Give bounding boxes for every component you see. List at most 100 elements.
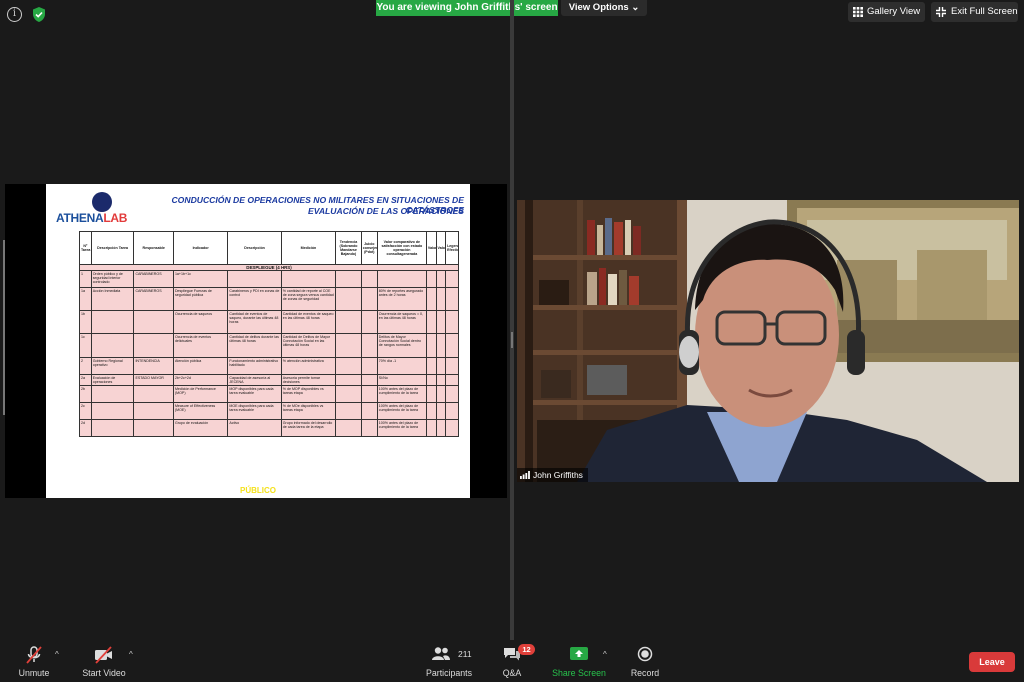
shield-check-icon[interactable] [31,6,47,23]
table-cell: Activo [227,418,282,437]
qa-label: Q&A [502,668,522,678]
table-cell [133,384,174,403]
table-cell: ESTADO MAYOR [133,374,174,386]
table-cell: 2d [79,418,92,437]
table-row: 2d Grupo de evaluación Activo Grupo informa… [79,418,459,437]
audio-options-caret-icon[interactable]: ^ [55,650,59,659]
table-row: 2b Medición de Performance (MOP) MOP dispo… [79,384,459,403]
table-cell [90,384,135,403]
table-cell: Gobierno Regional operativo [90,357,135,376]
table-cell [335,333,362,359]
table-header-cell: Valor(1..5) [425,231,437,265]
table-cell: Ocurrencia de saqueos = 0, en las última… [376,310,427,335]
table-cell: 80% de reportes asegurado antes de 2 hor… [376,287,427,312]
table-cell [425,270,437,289]
table-cell: 1c [79,333,92,359]
table-cell [425,333,437,359]
table-cell [425,384,437,403]
table-row: 2a Evaluación de operaciones ESTADO MAYOR 2… [79,374,459,386]
table-cell [133,310,174,335]
leave-meeting-button[interactable]: Leave [969,652,1015,672]
table-cell [445,401,459,420]
table-cell [425,401,437,420]
table-cell [435,418,447,437]
table-cell: Orden público y de seguridad interior co… [90,270,135,289]
participant-video [517,200,1019,482]
table-cell [360,357,378,376]
table-cell: Cantidad de eventos de saqueo, durante l… [227,310,282,335]
qa-unread-badge: 12 [518,644,535,655]
info-icon[interactable]: i [7,7,22,22]
table-cell [133,401,174,420]
table-cell: Funcionamiento administrativo habilitado [227,357,282,376]
table-cell: 70% día -1 [376,357,427,376]
zoom-meeting-window: i You are viewing John Griffiths' screen… [0,0,1024,682]
table-cell [90,310,135,335]
table-cell: Carabineros y PDI en zonas de control [227,287,282,312]
table-cell [360,287,378,312]
table-cell [335,287,362,312]
table-cell [360,310,378,335]
split-divider[interactable] [510,0,514,640]
table-cell [335,401,362,420]
table-cell [435,333,447,359]
table-header-cell: Indicador [172,231,229,265]
table-cell [435,401,447,420]
table-cell: Asesoría permite tomar decisiones [280,374,337,386]
athenalab-logo-icon [92,192,112,212]
chevron-down-icon: ⌄ [631,2,640,13]
table-cell: % de MOe disponibles vs tareas etapa [280,401,337,420]
grid-icon [853,7,863,17]
table-cell: % atención administrativa [280,357,337,376]
table-cell: INTENDENCIA [133,357,174,376]
record-icon [637,646,653,662]
exit-fullscreen-icon [936,7,946,17]
view-options-button[interactable]: View Options ⌄ [561,0,647,16]
gallery-view-button[interactable]: Gallery View [848,2,925,22]
participants-count: 211 [458,649,472,659]
exit-full-screen-label: Exit Full Screen [951,6,1018,17]
table-header-cell: Legenda Efectivo [445,231,459,265]
table-cell: 1a [79,287,92,312]
table-cell: 2b [79,384,92,403]
share-options-caret-icon[interactable]: ^ [603,650,607,659]
table-cell: Evaluación de operaciones [90,374,135,386]
table-cell [435,270,447,289]
table-cell [425,418,437,437]
divider-handle[interactable] [511,332,513,348]
table-cell [425,287,437,312]
exit-full-screen-button[interactable]: Exit Full Screen [931,2,1018,22]
table-cell: Measure of Effectiveness (MOE) [172,401,229,420]
unmute-label: Unmute [18,668,50,678]
table-cell [435,357,447,376]
table-cell [435,384,447,403]
video-camera-off-icon [95,646,112,664]
table-cell [445,357,459,376]
table-cell [435,287,447,312]
table-cell: Grupo de evaluación [172,418,229,437]
table-cell [90,418,135,437]
table-row: 1 Orden público y de seguridad interior c… [79,270,459,289]
table-header-cell: Medición [280,231,337,265]
table-cell: 100% antes del plazo de cumplimiento de … [376,401,427,420]
table-cell: 2c [79,401,92,420]
table-cell [445,270,459,289]
table-row: 1b Ocurrencia de saqueos Cantidad de event… [79,310,459,335]
table-cell: Cantidad de delitos durante las últimas … [227,333,282,359]
table-cell [445,374,459,386]
table-cell [90,401,135,420]
table-header-cell: Nº Tarea [79,231,92,265]
table-cell: 2b+2c+2d [172,374,229,386]
table-cell [435,310,447,335]
video-options-caret-icon[interactable]: ^ [129,650,133,659]
table-row: 2c Measure of Effectiveness (MOE) MOE disp… [79,401,459,420]
table-cell: Acción Inmediata [90,287,135,312]
table-cell [133,333,174,359]
table-cell: Medición de Performance (MOP) [172,384,229,403]
table-cell: Delitos de Mayor Connotación Social dent… [376,333,427,359]
participant-name: John Griffiths [533,470,583,480]
table-row: 1a Acción Inmediata CARABINEROS Despliegue … [79,287,459,312]
table-cell [435,374,447,386]
table-cell: % cantidad de reporte al COE de zona seg… [280,287,337,312]
signal-strength-icon [520,471,530,479]
